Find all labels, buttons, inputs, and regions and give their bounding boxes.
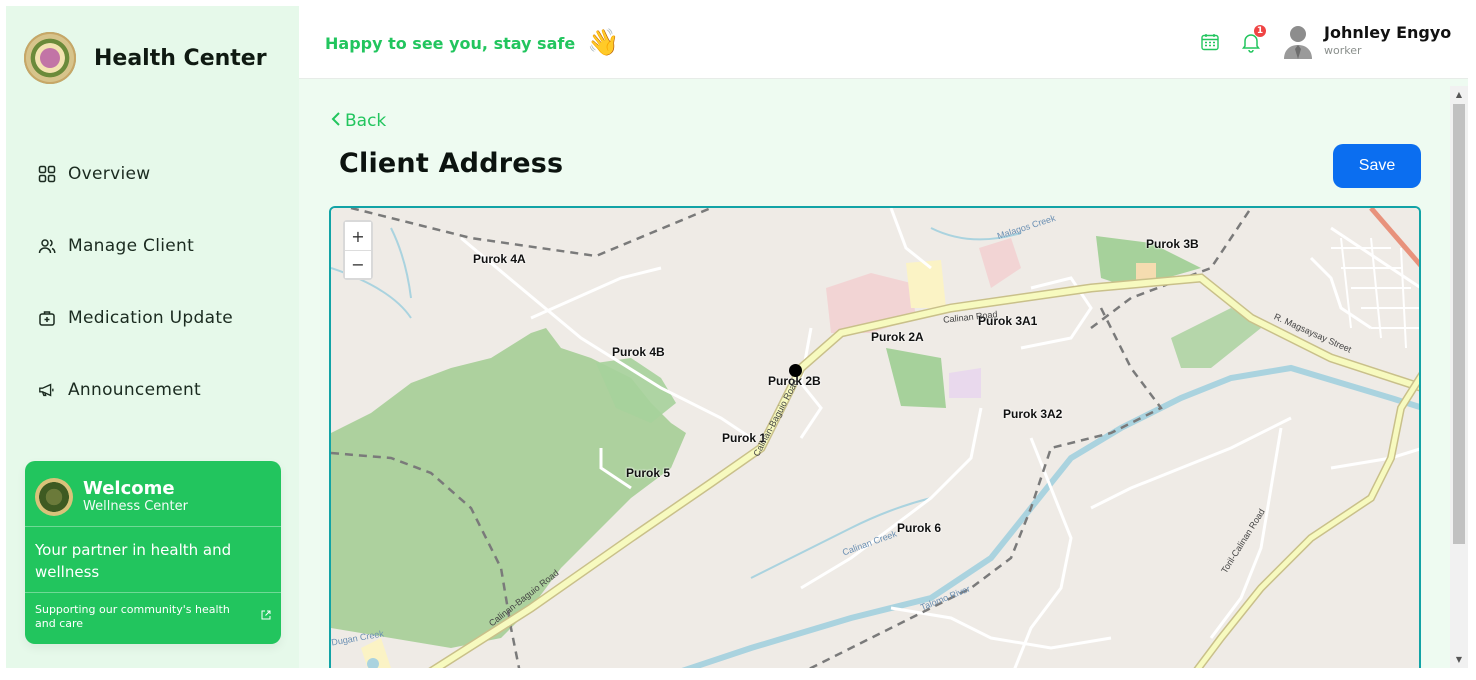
calendar-icon[interactable] [1200, 32, 1220, 52]
map-place-label: Purok 2A [871, 330, 924, 344]
top-header: Happy to see you, stay safe 👋 1 Johnley … [299, 6, 1468, 79]
map-place-label: Purok 4B [612, 345, 665, 359]
app-frame: Health Center Overview Manage Client Med… [6, 6, 1468, 668]
location-marker[interactable] [789, 364, 802, 377]
external-link-icon[interactable] [261, 610, 271, 624]
map-place-label: Purok 5 [626, 466, 671, 480]
back-link[interactable]: Back [331, 110, 386, 131]
user-role: worker [1324, 44, 1362, 57]
megaphone-icon [38, 381, 56, 399]
sidebar-item-label: Medication Update [68, 308, 234, 328]
sidebar-nav: Overview Manage Client Medication Update… [38, 138, 233, 426]
welcome-footer[interactable]: Supporting our community's health and ca… [25, 593, 281, 641]
health-center-logo [24, 32, 76, 84]
sidebar-item-label: Announcement [68, 380, 201, 400]
map-place-label: Purok 4A [473, 252, 526, 266]
users-icon [38, 237, 56, 255]
welcome-footer-text: Supporting our community's health and ca… [35, 603, 230, 630]
map-zoom-control: + − [343, 220, 373, 280]
scrollbar-thumb[interactable] [1453, 104, 1465, 544]
sidebar-item-overview[interactable]: Overview [38, 138, 233, 210]
map-place-label: Purok 3B [1146, 237, 1199, 251]
client-address-map[interactable]: + − Purok 4A Purok 4B Purok 2B Purok 2A … [329, 206, 1421, 668]
scroll-down-arrow-icon[interactable]: ▼ [1454, 655, 1464, 664]
zoom-in-button[interactable]: + [345, 222, 371, 250]
sidebar-item-label: Manage Client [68, 236, 195, 256]
medical-kit-icon [38, 309, 56, 327]
header-actions: 1 [1200, 25, 1266, 53]
vertical-scrollbar[interactable]: ▲ ▼ [1450, 86, 1468, 668]
notification-bell[interactable]: 1 [1240, 25, 1266, 53]
map-place-label: Purok 3A2 [1003, 407, 1063, 421]
sidebar-item-manage-client[interactable]: Manage Client [38, 210, 233, 282]
greeting: Happy to see you, stay safe 👋 [325, 30, 620, 56]
scroll-up-arrow-icon[interactable]: ▲ [1454, 90, 1464, 99]
map-place-label: Purok 6 [897, 521, 942, 535]
welcome-title: Welcome [83, 477, 175, 499]
user-profile[interactable]: Johnley Engyo worker [1282, 23, 1451, 59]
wellness-center-logo [35, 477, 73, 516]
sidebar-item-announcement[interactable]: Announcement [38, 354, 233, 426]
welcome-subtitle: Wellness Center [83, 498, 188, 514]
grid-icon [38, 165, 56, 183]
avatar [1282, 23, 1314, 59]
greeting-text: Happy to see you, stay safe [325, 33, 576, 53]
back-label: Back [345, 110, 387, 131]
waving-hand-icon: 👋 [587, 28, 620, 58]
zoom-out-button[interactable]: − [345, 250, 371, 278]
brand-title: Health Center [94, 45, 267, 71]
bell-icon [1240, 34, 1262, 57]
notification-badge: 1 [1254, 25, 1266, 37]
sidebar-item-medication-update[interactable]: Medication Update [38, 282, 233, 354]
welcome-card: Welcome Wellness Center Your partner in … [25, 461, 281, 644]
save-button[interactable]: Save [1333, 144, 1421, 188]
page-title: Client Address [339, 148, 564, 179]
welcome-text: Your partner in health and wellness [25, 527, 281, 593]
chevron-left-icon [331, 110, 341, 131]
sidebar-item-label: Overview [68, 164, 151, 184]
map-tiles [331, 208, 1419, 668]
brand[interactable]: Health Center [24, 32, 267, 84]
sidebar: Health Center Overview Manage Client Med… [6, 6, 299, 668]
user-name: Johnley Engyo [1324, 23, 1452, 42]
welcome-card-header: Welcome Wellness Center [25, 461, 281, 527]
